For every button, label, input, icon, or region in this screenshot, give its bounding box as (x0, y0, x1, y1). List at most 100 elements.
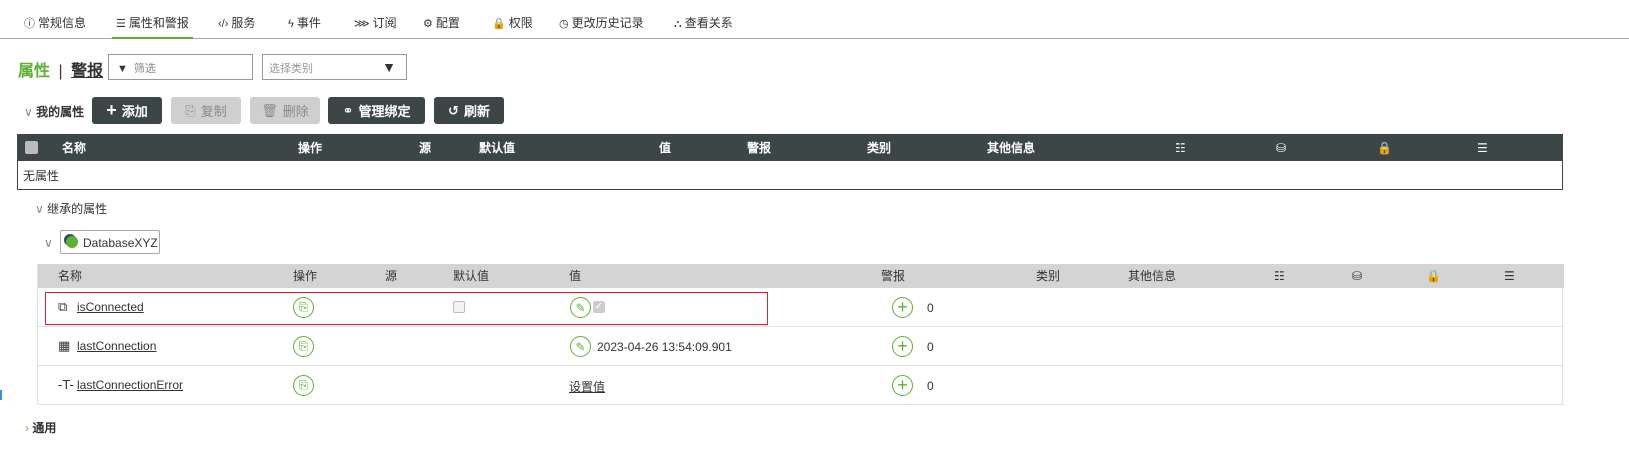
tab-8[interactable]: ⛬ 查看关系 (674, 14, 733, 31)
filter-search-icon[interactable]: ☷ (1274, 264, 1285, 288)
clock-icon: ◷ (559, 18, 569, 30)
info-icon: ⓘ (24, 18, 35, 30)
column-header[interactable]: 值 (659, 135, 671, 161)
list-icon[interactable]: ☰ (1477, 135, 1488, 161)
tab-5[interactable]: ⚙ 配置 (423, 14, 460, 31)
category-select[interactable]: 选择类别 ▼ (262, 54, 407, 80)
add-alert-icon[interactable]: + (892, 375, 913, 396)
view-toggle: 属性 | 警报 (18, 57, 103, 81)
table-row: ▦ lastConnection ⎘ ✎ 2023-04-26 13:54:09.… (38, 327, 1564, 366)
tab-1[interactable]: ☰ 属性和警报 (116, 14, 189, 31)
scroll-marker (0, 390, 2, 400)
column-header[interactable]: 操作 (298, 135, 322, 161)
tab-label: 权限 (508, 16, 533, 30)
column-header[interactable]: 默认值 (479, 135, 515, 161)
column-header[interactable]: 名称 (62, 135, 86, 161)
refresh-label: 刷新 (463, 104, 490, 119)
tab-2[interactable]: ‹/› 服务 (218, 14, 255, 31)
lock-icon[interactable]: 🔒 (1426, 264, 1441, 288)
column-header[interactable]: 警报 (747, 135, 771, 161)
chevron-down-icon: ▼ (382, 59, 396, 75)
override-icon[interactable]: ⎘ (293, 375, 314, 396)
text-icon: -T- (58, 377, 74, 392)
tab-7[interactable]: ◷ 更改历史记录 (559, 14, 644, 31)
column-header[interactable]: 类别 (1036, 264, 1060, 288)
select-all-checkbox[interactable] (25, 141, 38, 154)
column-header[interactable]: 名称 (58, 264, 82, 288)
database-icon[interactable]: ⛁ (1352, 264, 1362, 288)
link-icon: ⚭ (342, 102, 354, 118)
edit-icon[interactable]: ✎ (570, 336, 591, 357)
general-label: 通用 (32, 421, 57, 435)
table-header: 名称 操作 源 默认值 值 警报 类别 其他信息 ☷ ⛁ 🔒 ☰ (18, 135, 1562, 161)
column-header[interactable]: 其他信息 (1128, 264, 1176, 288)
column-header[interactable]: 类别 (867, 135, 891, 161)
copy-label: 复制 (200, 104, 227, 119)
my-properties-label: 我的属性 (36, 105, 85, 119)
column-header[interactable]: 警报 (881, 264, 905, 288)
column-header[interactable]: 操作 (293, 264, 317, 288)
inherited-properties-toggle[interactable]: ∨ 继承的属性 (35, 200, 107, 217)
source-thing-chip[interactable]: DatabaseXYZ (60, 230, 160, 254)
toggle-properties[interactable]: 属性 (18, 63, 50, 80)
plus-icon: + (106, 100, 117, 120)
lock-icon[interactable]: 🔒 (1377, 135, 1392, 161)
filter-search-icon[interactable]: ☷ (1175, 135, 1186, 161)
hierarchy-icon: ⛬ (674, 18, 682, 30)
list-icon[interactable]: ☰ (1504, 264, 1515, 288)
general-toggle[interactable]: › 通用 (25, 419, 56, 436)
lock-icon: 🔒 (492, 18, 506, 30)
alert-count: 0 (927, 301, 934, 315)
tab-label: 配置 (435, 16, 460, 30)
toggle-alerts[interactable]: 警报 (71, 63, 103, 80)
toggle-separator: | (58, 63, 63, 80)
set-value-link[interactable]: 设置值 (569, 378, 605, 395)
column-header[interactable]: 值 (569, 264, 581, 288)
database-icon[interactable]: ⛁ (1276, 135, 1286, 161)
override-icon[interactable]: ⎘ (293, 336, 314, 357)
add-alert-icon[interactable]: + (892, 336, 913, 357)
column-header[interactable]: 源 (419, 135, 431, 161)
category-placeholder: 选择类别 (269, 63, 313, 75)
column-header[interactable]: 源 (385, 264, 397, 288)
rss-icon: ⋙ (354, 18, 370, 30)
delete-label: 删除 (282, 104, 309, 119)
tab-label: 服务 (231, 16, 256, 30)
tab-3[interactable]: ϟ 事件 (288, 14, 321, 31)
tab-6[interactable]: 🔒 权限 (492, 14, 533, 31)
chevron-down-icon[interactable]: ∨ (44, 236, 53, 250)
trash-icon: 🗑 (261, 102, 278, 118)
add-alert-icon[interactable]: + (892, 297, 913, 318)
property-name-link[interactable]: lastConnectionError (77, 378, 183, 392)
property-name-link[interactable]: lastConnection (77, 339, 156, 353)
highlight-box (45, 292, 768, 325)
tab-label: 事件 (296, 16, 321, 30)
tab-label: 属性和警报 (128, 16, 189, 30)
empty-message: 无属性 (23, 169, 60, 183)
filter-input[interactable]: ▼ 筛选 (108, 54, 253, 80)
chevron-down-icon: ∨ (24, 105, 37, 119)
alert-count: 0 (927, 379, 934, 393)
list-icon: ☰ (116, 18, 126, 30)
column-header[interactable]: 其他信息 (987, 135, 1035, 161)
manage-bindings-label: 管理绑定 (358, 104, 411, 119)
manage-bindings-button[interactable]: ⚭ 管理绑定 (328, 97, 425, 124)
tab-label: 更改历史记录 (571, 16, 644, 30)
value-text: 2023-04-26 13:54:09.901 (597, 340, 732, 354)
my-properties-toggle[interactable]: ∨ 我的属性 (24, 103, 84, 120)
tab-divider (0, 38, 1629, 39)
tab-0[interactable]: ⓘ 常规信息 (24, 14, 86, 31)
filter-placeholder: 筛选 (133, 63, 156, 75)
delete-button[interactable]: 🗑 删除 (250, 97, 320, 124)
add-button[interactable]: + 添加 (92, 97, 162, 124)
column-header[interactable]: 默认值 (453, 264, 489, 288)
refresh-button[interactable]: ↺ 刷新 (434, 97, 504, 124)
tab-4[interactable]: ⋙ 订阅 (354, 14, 397, 31)
filter-icon: ▼ (117, 63, 128, 75)
copy-button[interactable]: ⎘ 复制 (171, 97, 241, 124)
code-icon: ‹/› (218, 18, 229, 30)
copy-icon: ⎘ (185, 102, 196, 118)
datetime-icon: ▦ (58, 338, 71, 353)
chevron-down-icon: ∨ (35, 202, 48, 216)
inherited-label: 继承的属性 (47, 202, 108, 216)
